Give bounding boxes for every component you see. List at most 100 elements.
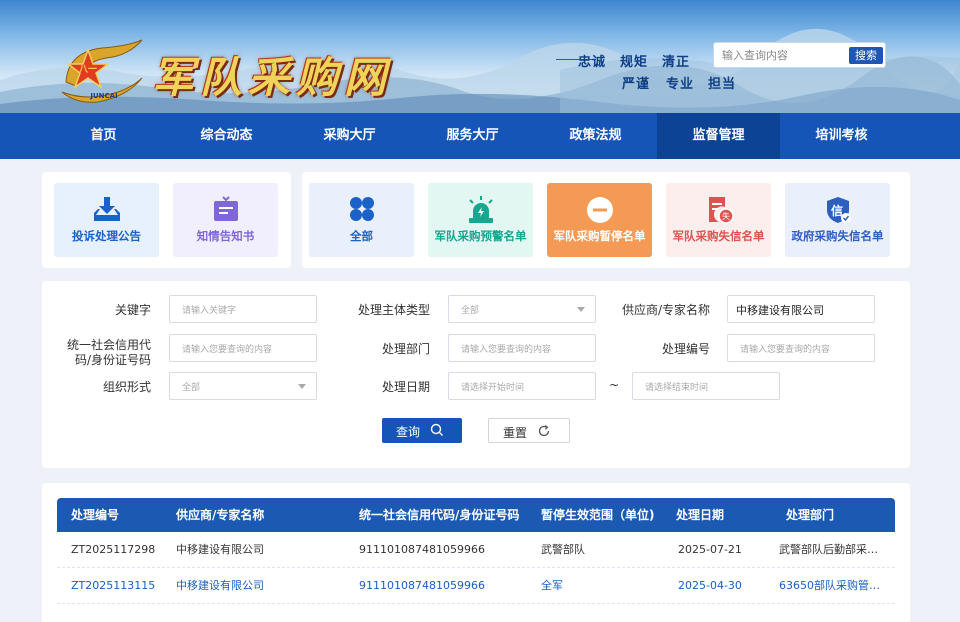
table-header: 处理编号 供应商/专家名称 统一社会信用代码/身份证号码 暂停生效范围（单位) … <box>57 498 895 532</box>
column-header[interactable]: 处理部门 <box>786 498 834 532</box>
department-input[interactable]: 请输入您要查询的内容 <box>448 334 596 362</box>
label-org-form: 组织形式 <box>102 380 151 394</box>
label-supplier-name: 供应商/专家名称 <box>621 303 710 317</box>
column-header[interactable]: 处理编号 <box>71 498 119 532</box>
reset-button[interactable]: 重置 <box>488 418 570 443</box>
nav-supervision[interactable]: 监督管理 <box>657 113 780 159</box>
cell-name: 中移建设有限公司 <box>176 579 264 592</box>
tile-complaint-notice[interactable]: 投诉处理公告 <box>54 183 159 257</box>
button-label: 重置 <box>503 426 528 440</box>
table-row[interactable]: ZT2025117298 中移建设有限公司 911101087481059966… <box>57 532 895 568</box>
nav-home[interactable]: 首页 <box>42 113 165 159</box>
label-credit-code: 统一社会信用代 码/身份证号码 <box>60 338 151 368</box>
chevron-down-icon <box>298 384 306 389</box>
slogan-4: 严谨 <box>622 77 651 92</box>
date-separator: ~ <box>608 378 620 392</box>
shield-credit-icon: 信 <box>826 197 851 223</box>
slogan-2: 规矩 <box>620 55 649 70</box>
nav-news[interactable]: 综合动态 <box>165 113 288 159</box>
supplier-name-input[interactable]: 中移建设有限公司 <box>727 295 875 323</box>
tile-notification-letter[interactable]: 知情告知书 <box>173 183 278 257</box>
tile-label: 军队采购暂停名单 <box>553 229 646 243</box>
placeholder: 请输入关键字 <box>182 306 237 316</box>
tile-warning-list[interactable]: 军队采购预警名单 <box>428 183 533 257</box>
document-badge-icon: 失 <box>708 197 734 224</box>
message-box-icon <box>213 196 238 221</box>
slogan-6: 担当 <box>708 77 737 92</box>
cell-scope: 武警部队 <box>541 543 585 556</box>
selected-value: 全部 <box>182 383 201 393</box>
tile-label: 投诉处理公告 <box>72 229 141 243</box>
tile-gov-dishonest-list[interactable]: 信 政府采购失信名单 <box>785 183 890 257</box>
cell-date: 2025-04-30 <box>678 579 742 592</box>
nav-policy[interactable]: 政策法规 <box>534 113 657 159</box>
input-value: 中移建设有限公司 <box>736 304 824 317</box>
column-header[interactable]: 暂停生效范围（单位) <box>541 498 655 532</box>
subject-type-select[interactable]: 全部 <box>448 295 596 323</box>
column-header[interactable]: 供应商/专家名称 <box>176 498 264 532</box>
selected-value: 全部 <box>461 306 480 316</box>
site-title: 军队采购网 <box>152 53 393 102</box>
label-line: 统一社会信用代 <box>66 338 151 352</box>
site-search-button[interactable]: 搜索 <box>849 47 883 64</box>
download-tray-icon <box>93 197 120 221</box>
table-row[interactable]: ZT2025113115 中移建设有限公司 911101087481059966… <box>57 568 895 604</box>
slogan-3: 清正 <box>662 55 691 70</box>
pause-circle-icon <box>586 197 613 223</box>
org-form-select[interactable]: 全部 <box>169 372 317 400</box>
cell-scope: 全军 <box>541 579 563 592</box>
query-button[interactable]: 查询 <box>382 418 462 443</box>
label-date: 处理日期 <box>381 380 430 394</box>
keyword-input[interactable]: 请输入关键字 <box>169 295 317 323</box>
nav-training[interactable]: 培训考核 <box>780 113 903 159</box>
svg-text:八一: 八一 <box>78 64 97 75</box>
nav-procurement-hall[interactable]: 采购大厅 <box>288 113 411 159</box>
svg-text:JUNCAI: JUNCAI <box>89 92 117 100</box>
cell-dept: 63650部队采购管理... <box>779 579 887 592</box>
label-keyword: 关键字 <box>114 303 151 317</box>
grid-four-icon <box>349 197 374 221</box>
slogan-5: 专业 <box>666 77 695 92</box>
placeholder: 请输入您要查询的内容 <box>740 345 831 355</box>
label-subject-type: 处理主体类型 <box>357 303 430 317</box>
refresh-icon <box>538 425 550 437</box>
army-emblem-icon: 八一 JUNCAI <box>58 38 144 108</box>
cell-date: 2025-07-21 <box>678 543 742 556</box>
label-department: 处理部门 <box>381 342 430 356</box>
cell-dept: 武警部队后勤部采购... <box>779 543 887 556</box>
date-end-input[interactable]: 请选择结束时间 <box>632 372 780 400</box>
tile-label: 军队采购预警名单 <box>434 229 527 243</box>
tile-label: 军队采购失信名单 <box>672 229 765 243</box>
column-header[interactable]: 统一社会信用代码/身份证号码 <box>359 498 519 532</box>
notice-card: 投诉处理公告 知情告知书 <box>42 172 291 268</box>
date-start-input[interactable]: 请选择开始时间 <box>448 372 596 400</box>
main-nav: 首页 综合动态 采购大厅 服务大厅 政策法规 监督管理 培训考核 <box>0 113 960 159</box>
search-icon <box>430 423 443 436</box>
placeholder: 请输入您要查询的内容 <box>461 345 552 355</box>
placeholder: 请选择结束时间 <box>645 383 709 393</box>
column-header[interactable]: 处理日期 <box>676 498 724 532</box>
nav-service-hall[interactable]: 服务大厅 <box>411 113 534 159</box>
tile-suspension-list[interactable]: 军队采购暂停名单 <box>547 183 652 257</box>
placeholder: 请输入您要查询的内容 <box>182 345 273 355</box>
cell-name: 中移建设有限公司 <box>176 543 264 556</box>
button-label: 查询 <box>396 425 421 439</box>
credit-code-input[interactable]: 请输入您要查询的内容 <box>169 334 317 362</box>
chevron-down-icon <box>577 307 585 312</box>
tile-label: 全部 <box>350 229 373 243</box>
site-search: 搜索 <box>713 42 886 68</box>
cell-code: 911101087481059966 <box>359 543 485 556</box>
alarm-siren-icon <box>468 196 493 223</box>
list-category-card: 全部 军队采购预警名单 军队采购暂停名单 失 军队采购失信名单 信 政府采购失信… <box>302 172 910 268</box>
placeholder: 请选择开始时间 <box>461 383 525 393</box>
cell-id: ZT2025113115 <box>71 579 156 592</box>
cell-code: 911101087481059966 <box>359 579 485 592</box>
site-search-input[interactable] <box>722 47 847 64</box>
number-input[interactable]: 请输入您要查询的内容 <box>727 334 875 362</box>
cell-id: ZT2025117298 <box>71 543 156 556</box>
tile-label: 政府采购失信名单 <box>791 229 884 243</box>
svg-text:失: 失 <box>722 211 730 221</box>
tile-army-dishonest-list[interactable]: 失 军队采购失信名单 <box>666 183 771 257</box>
tile-all[interactable]: 全部 <box>309 183 414 257</box>
slogan-1: 忠诚 <box>578 55 607 70</box>
